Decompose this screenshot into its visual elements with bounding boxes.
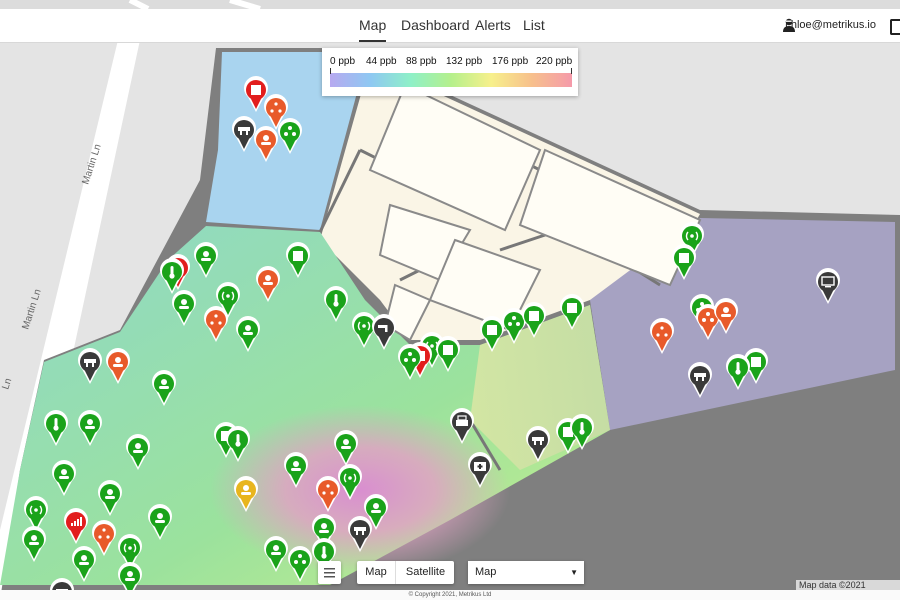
top-navigation-bar: Map Dashboard Alerts List chloe@metrikus… <box>0 9 900 43</box>
copyright-footer: © Copyright 2021, Metrikus Ltd <box>0 590 900 600</box>
device-icon <box>251 85 261 95</box>
user-email[interactable]: chloe@metrikus.io <box>785 9 876 42</box>
device-icon <box>293 251 303 261</box>
tab-map[interactable]: Map <box>359 9 387 42</box>
concentration-legend: 0 ppb 44 ppb 88 ppb 132 ppb 176 ppb 220 … <box>322 48 578 96</box>
street-label: Ln <box>0 377 14 391</box>
legend-tick-label: 176 ppb <box>492 56 529 67</box>
tab-alerts[interactable]: Alerts <box>475 9 511 42</box>
device-icon <box>487 325 497 335</box>
map-type-toggle: Map Satellite <box>357 561 454 584</box>
first-aid-icon <box>474 462 486 471</box>
legend-tick-label: 132 ppb <box>446 56 483 67</box>
window-icon[interactable] <box>890 19 900 35</box>
legend-tick-labels: 0 ppb 44 ppb 88 ppb 132 ppb 176 ppb 220 … <box>322 56 578 68</box>
legend-tick <box>330 68 331 74</box>
tab-dashboard[interactable]: Dashboard <box>401 9 470 42</box>
device-icon <box>529 311 539 321</box>
legend-tick-label: 88 ppb <box>406 56 437 67</box>
street-label: Martin Ln <box>20 288 43 331</box>
hamburger-icon <box>324 568 335 578</box>
chevron-down-icon: ▼ <box>570 568 578 577</box>
map-type-select[interactable]: Map ▼ <box>468 561 584 584</box>
map-type-select-value: Map <box>475 566 497 578</box>
legend-tick <box>571 68 572 74</box>
layers-menu-button[interactable] <box>318 561 341 584</box>
device-icon <box>567 303 577 313</box>
device-icon <box>751 357 761 367</box>
legend-tick-label: 44 ppb <box>366 56 397 67</box>
satellite-button[interactable]: Satellite <box>395 561 455 584</box>
device-icon <box>443 345 453 355</box>
device-icon <box>679 253 689 263</box>
legend-tick-label: 0 ppb <box>330 56 356 67</box>
map-button[interactable]: Map <box>357 561 395 584</box>
tab-list[interactable]: List <box>523 9 545 42</box>
legend-tick-label: 220 ppb <box>536 56 573 67</box>
legend-gradient-bar <box>330 73 572 87</box>
